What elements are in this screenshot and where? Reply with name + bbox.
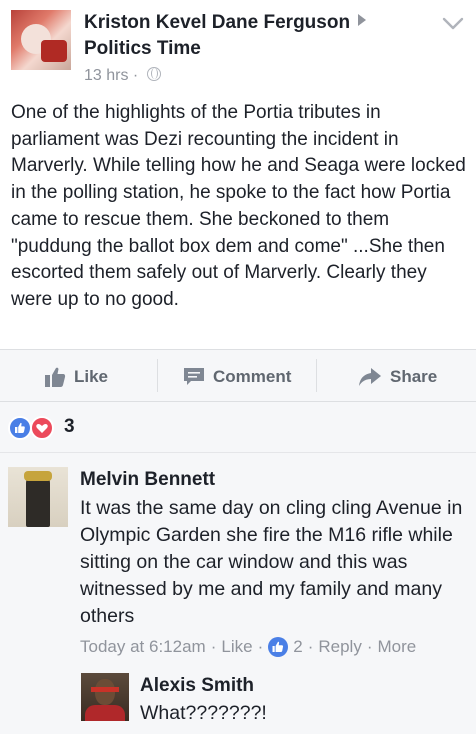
share-button[interactable]: Share xyxy=(358,350,437,403)
post-meta: 13 hrs · xyxy=(84,67,161,85)
comment-like-count[interactable]: 2 xyxy=(293,637,302,657)
comment-button[interactable]: Comment xyxy=(183,350,291,403)
commenter-name[interactable]: Melvin Bennett xyxy=(80,469,215,491)
meta-separator: · xyxy=(210,637,217,656)
avatar-shirt xyxy=(85,705,125,721)
comment-like-link[interactable]: Like xyxy=(221,637,252,657)
meta-separator: · xyxy=(366,637,373,656)
comment-more-link[interactable]: More xyxy=(378,637,417,657)
author-line: Kriston Kevel Dane Ferguson xyxy=(84,12,367,34)
share-label: Share xyxy=(390,366,438,386)
avatar-headband xyxy=(91,687,119,692)
globe-icon[interactable] xyxy=(146,67,161,81)
comment-meta: Today at 6:12am · Like · 2 · Reply · Mor… xyxy=(80,637,416,657)
comment-label: Comment xyxy=(213,366,292,386)
comment-reply-link[interactable]: Reply xyxy=(318,637,361,657)
meta-separator: · xyxy=(132,67,139,84)
like-button[interactable]: Like xyxy=(44,350,108,403)
like-reaction-icon xyxy=(268,637,289,657)
thumbs-up-icon xyxy=(45,367,66,387)
action-divider xyxy=(157,359,158,392)
reactions-summary[interactable]: 3 xyxy=(0,402,476,452)
like-reaction-icon xyxy=(8,416,32,440)
meta-separator: · xyxy=(307,637,314,656)
group-name[interactable]: Politics Time xyxy=(84,38,201,60)
reply-avatar[interactable] xyxy=(81,673,129,721)
reply-author-name[interactable]: Alexis Smith xyxy=(140,675,254,697)
meta-separator: · xyxy=(257,637,264,656)
author-avatar[interactable] xyxy=(11,10,71,70)
share-arrow-icon xyxy=(359,367,381,386)
avatar-cap xyxy=(24,471,52,481)
like-label: Like xyxy=(74,366,109,386)
post-body: One of the highlights of the Portia trib… xyxy=(11,102,466,310)
comment-time[interactable]: Today at 6:12am xyxy=(80,637,206,657)
commenter-avatar[interactable] xyxy=(8,467,68,527)
reaction-count[interactable]: 3 xyxy=(64,416,75,438)
post-header: Kriston Kevel Dane Ferguson Politics Tim… xyxy=(0,0,476,100)
chevron-down-icon[interactable] xyxy=(440,14,466,34)
love-reaction-icon xyxy=(30,416,54,440)
comments-section: Melvin Bennett It was the same day on cl… xyxy=(0,452,476,734)
author-name[interactable]: Kriston Kevel Dane Ferguson xyxy=(84,12,350,33)
post-time[interactable]: 13 hrs xyxy=(84,67,128,84)
avatar-face xyxy=(95,679,115,705)
avatar-figure xyxy=(26,473,50,527)
caret-right-icon xyxy=(358,14,367,26)
comment-bubble-icon xyxy=(184,367,204,385)
avatar-garment xyxy=(41,40,67,62)
action-divider xyxy=(316,359,317,392)
comment-text: It was the same day on cling cling Avenu… xyxy=(80,497,463,627)
reply-text: What???????! xyxy=(140,702,267,724)
action-bar: Like Comment Share xyxy=(0,349,476,402)
